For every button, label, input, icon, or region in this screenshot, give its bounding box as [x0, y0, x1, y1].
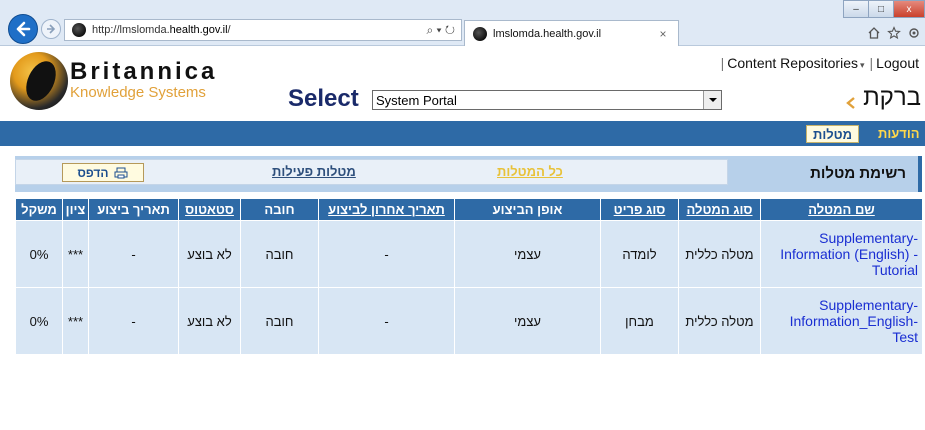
- print-button-label: הדפס: [77, 165, 109, 180]
- col-header-deadline[interactable]: תאריך אחרון לביצוע: [318, 198, 455, 221]
- gear-icon[interactable]: [907, 26, 921, 40]
- arrow-right-icon: [47, 24, 56, 34]
- task-name-link[interactable]: Supplementary-Information (English) - Tu…: [760, 220, 923, 288]
- browser-tab[interactable]: lmslomda.health.gov.il ×: [464, 20, 679, 46]
- browser-toolbar-icons: [867, 26, 921, 40]
- nav-tab-messages[interactable]: הודעות: [872, 125, 925, 143]
- logo-subtitle: Knowledge Systems: [70, 84, 206, 101]
- back-button[interactable]: [8, 14, 38, 44]
- dropdown-caret-icon[interactable]: ▾: [860, 60, 865, 70]
- grade-cell: ***: [62, 220, 89, 288]
- status-cell: לא בוצע: [178, 220, 241, 288]
- site-favicon-icon: [72, 23, 86, 37]
- active-tasks-link[interactable]: מטלות פעילות: [272, 164, 356, 179]
- col-header-mandatory: חובה: [240, 198, 319, 221]
- status-cell: לא בוצע: [178, 287, 241, 355]
- deadline-cell: -: [318, 220, 455, 288]
- execution-cell: עצמי: [454, 220, 601, 288]
- exec-date-cell: -: [88, 220, 179, 288]
- task-name-link[interactable]: Supplementary-Information_English-Test: [760, 287, 923, 355]
- col-header-item-type[interactable]: סוג פריט: [600, 198, 679, 221]
- content-repositories-link[interactable]: Content Repositories: [727, 55, 858, 71]
- col-header-weight: משקל: [15, 198, 63, 221]
- table-row: Supplementary-Information_English-Test מ…: [15, 287, 923, 355]
- close-window-button[interactable]: x: [893, 0, 925, 18]
- task-list-header: רשימת מטלות כל המטלות מטלות פעילות הדפס: [15, 156, 922, 192]
- star-icon[interactable]: [887, 26, 901, 40]
- address-url[interactable]: http://lmslomda.health.gov.il/: [92, 24, 426, 36]
- page-title: רשימת מטלות: [810, 165, 906, 182]
- col-header-status[interactable]: סטאטוס: [178, 198, 241, 221]
- tab-close-icon[interactable]: ×: [656, 27, 670, 41]
- top-links: | Content Repositories ▾ | Logout: [720, 55, 919, 71]
- all-tasks-link[interactable]: כל המטלות: [497, 164, 563, 179]
- home-icon[interactable]: [867, 26, 881, 40]
- arrow-left-icon: [16, 21, 31, 37]
- nav-tab-tasks[interactable]: מטלות: [806, 125, 860, 143]
- address-tools[interactable]: ⌕ ▾ ↻: [426, 23, 461, 38]
- print-button[interactable]: הדפס: [62, 163, 144, 182]
- chevron-left-icon: [843, 90, 859, 109]
- deadline-cell: -: [318, 287, 455, 355]
- portal-select[interactable]: System Portal: [372, 90, 722, 110]
- col-header-grade: ציון: [62, 198, 89, 221]
- select-label: Select: [288, 85, 359, 112]
- weight-cell: 0%: [15, 220, 63, 288]
- task-type-cell: מטלה כללית: [678, 220, 761, 288]
- chevron-down-icon[interactable]: [703, 91, 721, 109]
- tab-favicon-icon: [473, 26, 487, 41]
- forward-button[interactable]: [41, 19, 61, 39]
- brand-hebrew-text: ברקת: [863, 84, 921, 111]
- address-bar[interactable]: http://lmslomda.health.gov.il/ ⌕ ▾ ↻: [64, 19, 462, 41]
- col-header-task-type[interactable]: סוג המטלה: [678, 198, 761, 221]
- grade-cell: ***: [62, 287, 89, 355]
- task-table: שם המטלה סוג המטלה סוג פריט אופן הביצוע …: [15, 198, 923, 355]
- col-header-task-name[interactable]: שם המטלה: [760, 198, 923, 221]
- portal-select-value: System Portal: [376, 92, 457, 108]
- logo-name: Britannica: [70, 58, 218, 85]
- exec-date-cell: -: [88, 287, 179, 355]
- browser-chrome: http://lmslomda.health.gov.il/ ⌕ ▾ ↻ lms…: [0, 0, 925, 46]
- logo-mark-icon: [10, 52, 68, 110]
- printer-icon: [114, 167, 128, 178]
- britannica-logo: Britannica Knowledge Systems: [10, 52, 250, 112]
- mandatory-cell: חובה: [240, 287, 319, 355]
- window-controls: – □ x: [843, 0, 925, 18]
- minimize-button[interactable]: –: [843, 0, 869, 18]
- weight-cell: 0%: [15, 287, 63, 355]
- table-header-row: שם המטלה סוג המטלה סוג פריט אופן הביצוע …: [15, 198, 923, 221]
- item-type-cell: לומדה: [600, 220, 679, 288]
- section-accent: [918, 156, 922, 192]
- mandatory-cell: חובה: [240, 220, 319, 288]
- item-type-cell: מבחן: [600, 287, 679, 355]
- task-type-cell: מטלה כללית: [678, 287, 761, 355]
- brand-hebrew: ברקת: [843, 84, 921, 112]
- execution-cell: עצמי: [454, 287, 601, 355]
- logout-link[interactable]: Logout: [876, 55, 919, 71]
- col-header-execution: אופן הביצוע: [454, 198, 601, 221]
- maximize-button[interactable]: □: [868, 0, 894, 18]
- filter-bar: כל המטלות מטלות פעילות הדפס: [15, 159, 728, 185]
- tab-title: lmslomda.health.gov.il: [493, 27, 602, 40]
- col-header-exec-date: תאריך ביצוע: [88, 198, 179, 221]
- main-nav: מטלות הודעות: [0, 121, 925, 146]
- table-row: Supplementary-Information (English) - Tu…: [15, 220, 923, 288]
